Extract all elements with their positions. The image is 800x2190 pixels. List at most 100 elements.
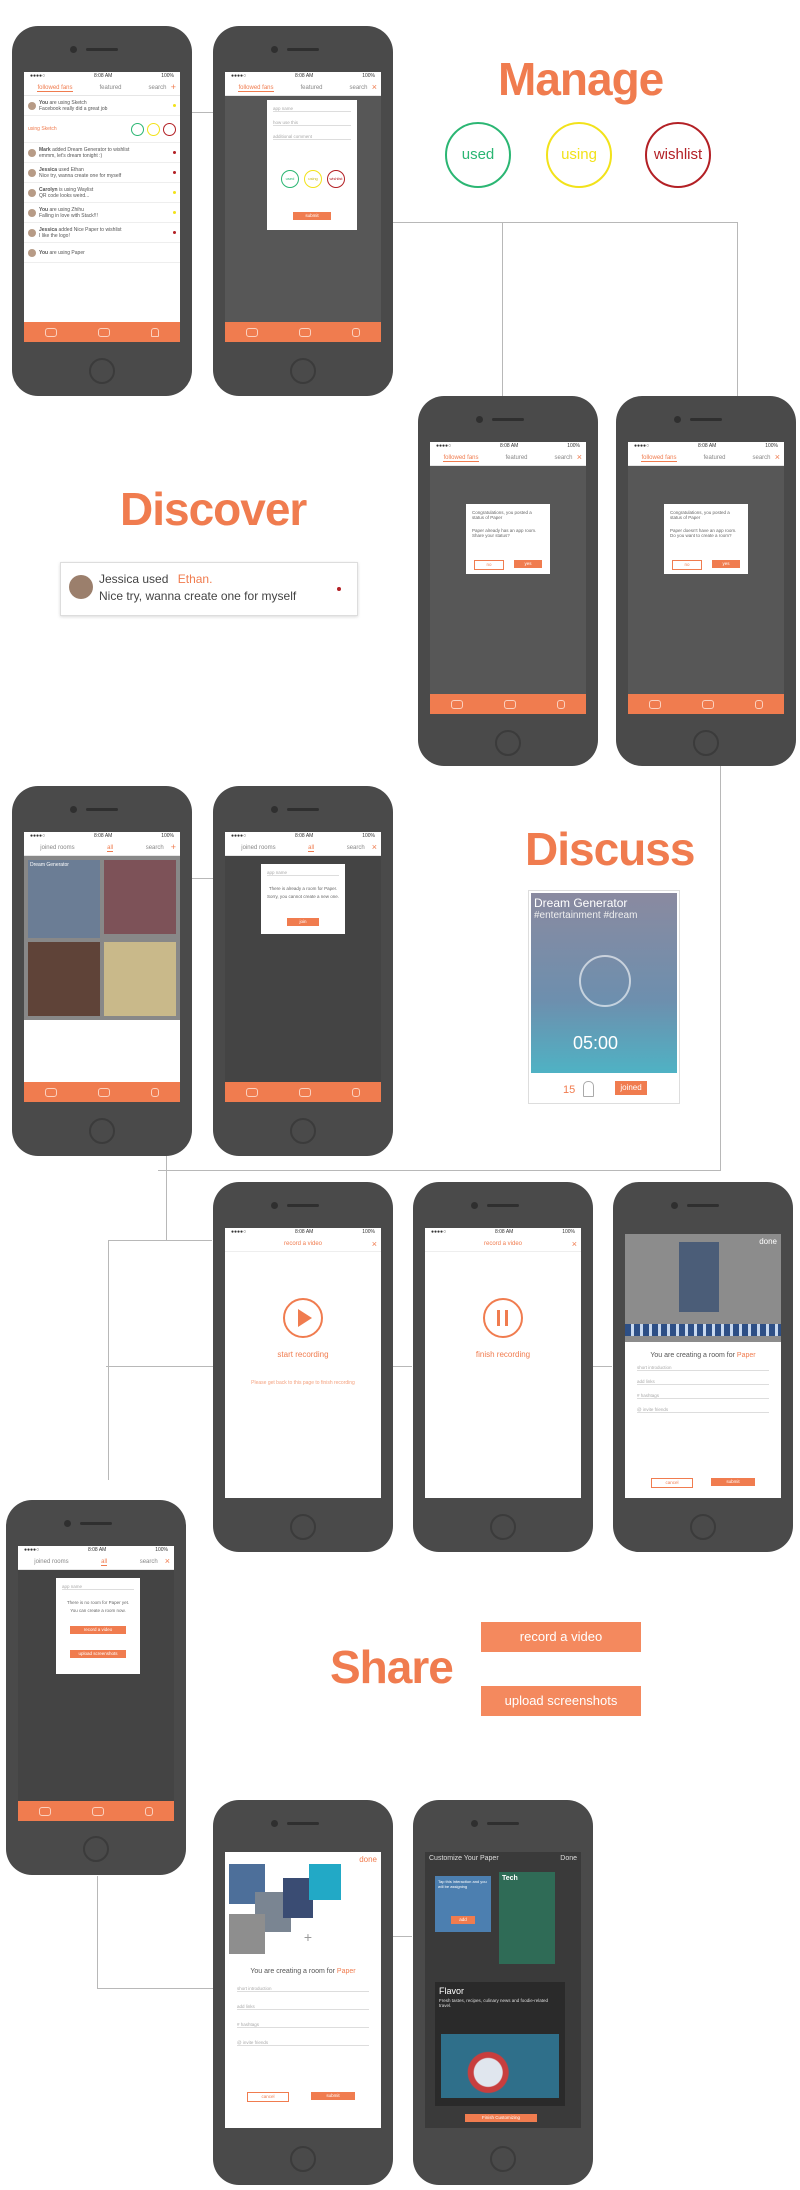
phone-create-room-video: done You are creating a room for Paper s…: [613, 1182, 793, 1552]
list-item[interactable]: You are using Sketch Facebook really did …: [24, 96, 180, 116]
hashtags-field[interactable]: # hashtags: [637, 1393, 769, 1399]
phone-create-room-screens: done + You are creating a room for Paper…: [213, 1800, 393, 2185]
hashtags-field[interactable]: # hashtags: [237, 2022, 369, 2028]
phone-congrats-existing: ●●●●○ 8:08 AM 100% followed fans featured se…: [418, 396, 598, 766]
discuss-room-card[interactable]: Dream Generator #entertainment #dream 05…: [528, 890, 680, 1104]
status-modal: app name how use this additional comment…: [267, 100, 357, 230]
close-icon[interactable]: ×: [572, 1237, 577, 1251]
room-tile[interactable]: Dream Generator: [28, 860, 100, 938]
feed-tabs: followed fans featured search +: [24, 81, 180, 96]
join-button[interactable]: join: [287, 918, 319, 926]
wishlist-option[interactable]: wishlist: [327, 170, 345, 188]
list-item[interactable]: Jessica used Ethan Nice try, wanna create…: [24, 163, 180, 183]
add-icon[interactable]: +: [171, 83, 176, 92]
pause-button[interactable]: [483, 1298, 523, 1338]
upload-screenshots-button[interactable]: upload screenshots: [70, 1650, 126, 1658]
list-item[interactable]: Carolyn is using Waylist QR code looks we…: [24, 183, 180, 203]
timeline-strip[interactable]: [625, 1324, 781, 1336]
add-screenshot-button[interactable]: +: [293, 1922, 323, 1952]
yes-button[interactable]: yes: [514, 560, 542, 568]
finish-customizing-button[interactable]: Finish Customizing: [465, 2114, 537, 2122]
congrats-modal: Congratulations, you posted a status of …: [466, 504, 550, 574]
section-title-discover: Discover: [120, 483, 307, 535]
tab-followed-fans[interactable]: followed fans: [37, 85, 73, 92]
list-item-status-picker[interactable]: using Sketch: [24, 116, 180, 143]
profile-icon[interactable]: [151, 327, 160, 337]
submit-button[interactable]: submit: [711, 1478, 755, 1486]
eye-icon[interactable]: [44, 327, 57, 337]
video-preview: [679, 1242, 719, 1312]
pause-icon: [497, 1310, 500, 1326]
usage-field[interactable]: how use this: [273, 120, 351, 126]
connector: [340, 222, 738, 223]
tech-card[interactable]: Tech: [499, 1872, 555, 1964]
room-exists-subtext: Sorry, you cannot create a new one.: [267, 894, 339, 899]
add-button[interactable]: add: [451, 1916, 475, 1924]
no-button[interactable]: no: [474, 560, 504, 570]
links-field[interactable]: add links: [637, 1379, 769, 1385]
discover-activity-card: Jessica used Ethan. Nice try, wanna crea…: [60, 562, 358, 616]
app-name-field[interactable]: app name: [62, 1584, 134, 1590]
done-button[interactable]: Done: [560, 1855, 577, 1862]
user-icon: [583, 1081, 594, 1097]
tab-joined-rooms[interactable]: joined rooms: [40, 845, 74, 851]
list-item[interactable]: Jessica added Nice Paper to wishlist I li…: [24, 223, 180, 243]
no-button[interactable]: no: [672, 560, 702, 570]
joined-button[interactable]: joined: [615, 1081, 647, 1095]
cancel-button[interactable]: cancel: [651, 1478, 693, 1488]
feed-list: You are using Sketch Facebook really did …: [24, 96, 180, 263]
upload-screenshots-button[interactable]: upload screenshots: [481, 1686, 641, 1716]
close-icon[interactable]: ×: [372, 843, 377, 852]
finish-recording-label: finish recording: [475, 1350, 531, 1359]
app-name-field[interactable]: app name: [273, 106, 351, 112]
tip-card: Tap this interaction and you will be ass…: [435, 1876, 491, 1932]
record-video-button[interactable]: record a video: [70, 1626, 126, 1634]
yes-button[interactable]: yes: [712, 560, 740, 568]
done-button[interactable]: done: [759, 1237, 777, 1246]
clock-ring: [579, 955, 631, 1007]
room-tile[interactable]: [104, 860, 176, 934]
submit-button[interactable]: submit: [293, 212, 331, 220]
intro-field[interactable]: short introduction: [237, 1986, 369, 1992]
connector: [108, 1240, 109, 1480]
connector: [166, 1240, 212, 1241]
room-tile[interactable]: [104, 942, 176, 1016]
tab-featured[interactable]: featured: [99, 85, 121, 91]
close-icon[interactable]: ×: [372, 83, 377, 92]
room-tile[interactable]: [28, 942, 100, 1016]
congrats-modal: Congratulations, you posted a status of …: [664, 504, 748, 574]
record-video-button[interactable]: record a video: [481, 1622, 641, 1652]
chat-icon[interactable]: [97, 327, 110, 337]
add-room-icon[interactable]: +: [171, 843, 176, 852]
invite-field[interactable]: @ invite friends: [637, 1407, 769, 1413]
app-name-field[interactable]: app name: [267, 870, 339, 876]
close-icon[interactable]: ×: [372, 1237, 377, 1251]
phone-status-modal: ●●●●○ 8:08 AM 100% followed fans featured se…: [213, 26, 393, 396]
list-item[interactable]: You are using Paper: [24, 243, 180, 263]
invite-field[interactable]: @ invite friends: [237, 2040, 369, 2046]
room-title: Dream Generator: [534, 896, 628, 910]
done-button[interactable]: done: [359, 1855, 377, 1864]
tab-search[interactable]: search: [148, 85, 166, 91]
intro-field[interactable]: short introduction: [637, 1365, 769, 1371]
comment-field[interactable]: additional comment: [273, 134, 351, 140]
activity-app-link[interactable]: Ethan.: [178, 572, 213, 586]
submit-button[interactable]: submit: [311, 2092, 355, 2100]
phone-room-exists: ●●●●○ 8:08 AM 100% joined rooms all search × …: [213, 786, 393, 1156]
room-tags: #entertainment #dream: [534, 910, 638, 921]
flavor-card[interactable]: Flavor Fresh tastes, recipes, culinary n…: [435, 1982, 565, 2106]
list-item[interactable]: Mark added Dream Generator to wishlist em…: [24, 143, 180, 163]
cancel-button[interactable]: cancel: [247, 2092, 289, 2102]
connector: [108, 1240, 167, 1241]
tab-search[interactable]: search: [146, 845, 164, 851]
play-button[interactable]: [283, 1298, 323, 1338]
used-option[interactable]: used: [281, 170, 299, 188]
close-icon[interactable]: ×: [165, 1557, 170, 1566]
using-option[interactable]: using: [304, 170, 322, 188]
status-time: 8:08 AM: [93, 73, 113, 79]
list-item[interactable]: You are using Zhihu Falling in love with …: [24, 203, 180, 223]
tab-all[interactable]: all: [107, 845, 114, 852]
rooms-grid: Dream Generator: [24, 856, 180, 1020]
links-field[interactable]: add links: [237, 2004, 369, 2010]
phone-create-room-modal: ●●●●○ 8:08 AM 100% joined rooms all search × …: [6, 1500, 186, 1875]
